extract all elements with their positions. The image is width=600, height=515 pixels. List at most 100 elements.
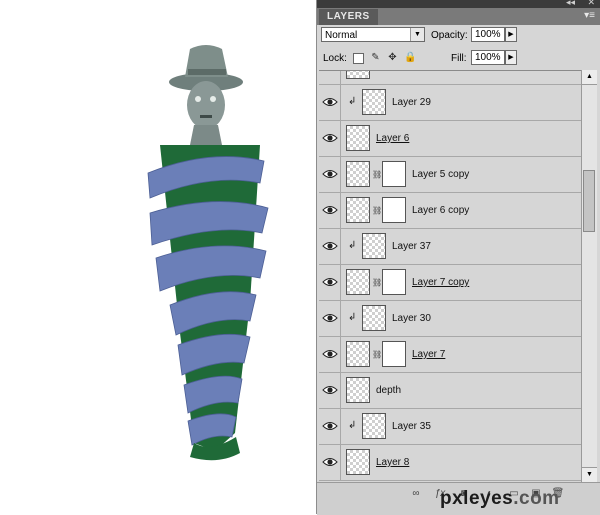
watermark-brand: pxleyes: [440, 488, 514, 509]
layer-name[interactable]: Layer 5: [376, 71, 409, 72]
eye-icon[interactable]: [322, 94, 338, 110]
eye-icon[interactable]: [322, 130, 338, 146]
link-layers-icon[interactable]: ∞: [409, 487, 423, 501]
scroll-up-icon[interactable]: ▲: [582, 70, 597, 85]
eye-icon[interactable]: [322, 238, 338, 254]
canvas-margin: [0, 0, 10, 514]
panel-tab-bar: LAYERS ▾≡: [317, 8, 600, 25]
layer-name[interactable]: Layer 35: [392, 421, 431, 432]
opacity-slider-arrow-icon[interactable]: ▶: [505, 27, 517, 42]
panel-menu-icon[interactable]: ▾≡: [584, 10, 595, 22]
layer-name[interactable]: Layer 37: [392, 241, 431, 252]
layer-thumbnail[interactable]: [362, 233, 386, 259]
layer-name[interactable]: Layer 5 copy: [412, 169, 469, 180]
layer-thumbnail[interactable]: [346, 341, 370, 367]
statue-neck: [190, 125, 222, 145]
fill-input[interactable]: 100%: [471, 50, 505, 65]
layer-row[interactable]: Layer 5: [319, 70, 581, 85]
layer-thumbnail[interactable]: [346, 269, 370, 295]
layer-thumbnail[interactable]: [362, 413, 386, 439]
layer-name[interactable]: depth: [376, 385, 401, 396]
eye-icon[interactable]: [322, 274, 338, 290]
mouth: [200, 115, 212, 118]
blend-row: Normal ▼ Opacity: 100% ▶: [317, 25, 600, 47]
statue-face: [187, 81, 225, 129]
layer-thumbnail[interactable]: [346, 377, 370, 403]
layer-row[interactable]: ⛓ Layer 6 copy: [319, 193, 581, 229]
visibility-separator: [340, 85, 341, 121]
layer-row[interactable]: Layer 6: [319, 121, 581, 157]
visibility-separator: [340, 229, 341, 265]
layer-thumbnail[interactable]: [346, 197, 370, 223]
chevron-down-icon[interactable]: ▼: [410, 28, 424, 41]
mask-link-icon[interactable]: ⛓: [372, 278, 382, 287]
layer-name[interactable]: Layer 6: [376, 133, 409, 144]
layer-row[interactable]: ⛓ Layer 5 copy: [319, 157, 581, 193]
opacity-input[interactable]: 100%: [471, 27, 505, 42]
clipping-arrow-icon: ↲: [348, 96, 357, 107]
fill-slider-arrow-icon[interactable]: ▶: [505, 50, 517, 65]
hat-band: [188, 69, 226, 75]
lock-transparent-pixels-icon[interactable]: [353, 53, 364, 64]
close-icon[interactable]: ✕: [587, 0, 595, 8]
layer-name[interactable]: Layer 7: [412, 349, 445, 360]
layer-name[interactable]: Layer 7 copy: [412, 277, 469, 288]
layer-name[interactable]: Layer 8: [376, 457, 409, 468]
lock-row: Lock: ✎ ✥ 🔒 Fill: 100% ▶: [317, 48, 600, 70]
eye-icon[interactable]: [322, 382, 338, 398]
layer-row[interactable]: ↲ Layer 35: [319, 409, 581, 445]
right-eye: [210, 96, 216, 102]
left-eye: [195, 96, 201, 102]
blend-mode-select[interactable]: Normal ▼: [321, 27, 425, 42]
layer-name[interactable]: Layer 30: [392, 313, 431, 324]
layers-scrollbar[interactable]: ▲ ▼: [581, 70, 597, 482]
layer-mask-thumbnail[interactable]: [382, 341, 406, 367]
layer-mask-thumbnail[interactable]: [382, 161, 406, 187]
fill-label: Fill:: [451, 53, 467, 64]
mask-link-icon[interactable]: ⛓: [372, 170, 382, 179]
eye-icon[interactable]: [322, 346, 338, 362]
canvas[interactable]: [10, 33, 316, 493]
eye-icon[interactable]: [322, 202, 338, 218]
tab-layers[interactable]: LAYERS: [319, 9, 378, 25]
eye-icon[interactable]: [322, 454, 338, 470]
layer-name[interactable]: Layer 6 copy: [412, 205, 469, 216]
layer-row[interactable]: Layer 8: [319, 445, 581, 481]
collapse-icon[interactable]: ◂◂: [566, 0, 575, 8]
layer-row[interactable]: depth: [319, 373, 581, 409]
clipping-arrow-icon: ↲: [348, 312, 357, 323]
visibility-separator: [340, 193, 341, 229]
layer-thumbnail[interactable]: [346, 125, 370, 151]
lock-image-pixels-icon[interactable]: ✎: [370, 52, 381, 63]
artwork-figure: [147, 45, 269, 461]
mask-link-icon[interactable]: ⛓: [372, 350, 382, 359]
visibility-separator: [340, 409, 341, 445]
scroll-down-icon[interactable]: ▼: [582, 467, 597, 482]
layer-thumbnail[interactable]: [362, 89, 386, 115]
lock-position-icon[interactable]: ✥: [387, 52, 398, 63]
layer-row[interactable]: ⛓ Layer 7 copy: [319, 265, 581, 301]
eye-icon[interactable]: [322, 70, 338, 74]
eye-icon[interactable]: [322, 418, 338, 434]
layer-thumbnail[interactable]: [346, 71, 370, 79]
layer-thumbnail[interactable]: [346, 161, 370, 187]
lock-label: Lock:: [323, 53, 347, 64]
layer-thumbnail[interactable]: [346, 449, 370, 475]
layer-mask-thumbnail[interactable]: [382, 197, 406, 223]
visibility-separator: [340, 157, 341, 193]
layer-row[interactable]: ↲ Layer 30: [319, 301, 581, 337]
layer-row[interactable]: ↲ Layer 29: [319, 85, 581, 121]
eye-icon[interactable]: [322, 310, 338, 326]
layer-row[interactable]: ⛓ Layer 7: [319, 337, 581, 373]
layer-thumbnail[interactable]: [362, 305, 386, 331]
layers-list: Layer 5 ↲ Layer 29 Layer 6 ⛓ Layer 5 copy ⛓ Lay…: [319, 70, 581, 483]
layer-mask-thumbnail[interactable]: [382, 269, 406, 295]
layer-name[interactable]: Layer 29: [392, 97, 431, 108]
mask-link-icon[interactable]: ⛓: [372, 206, 382, 215]
scroll-thumb[interactable]: [583, 170, 595, 232]
opacity-label: Opacity:: [431, 30, 468, 41]
layer-row[interactable]: ↲ Layer 37: [319, 229, 581, 265]
lock-all-icon[interactable]: 🔒: [404, 52, 416, 63]
eye-icon[interactable]: [322, 166, 338, 182]
clipping-arrow-icon: ↲: [348, 420, 357, 431]
